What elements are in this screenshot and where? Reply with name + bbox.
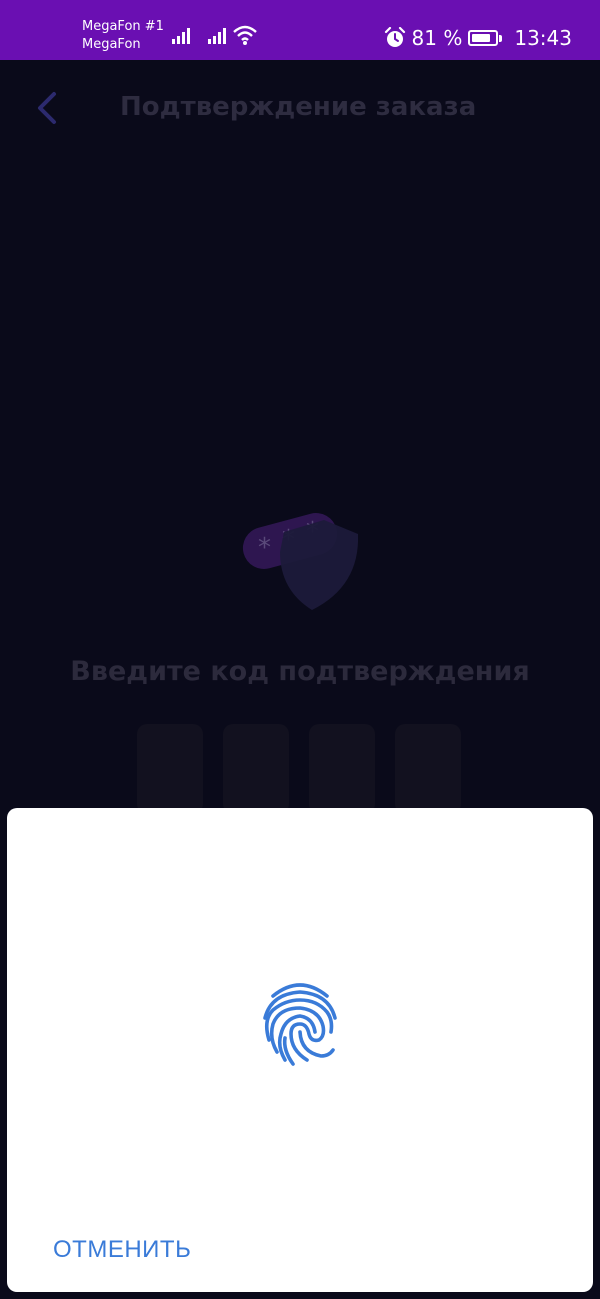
chevron-left-icon[interactable] [32,90,62,126]
page-title: Подтверждение заказа [120,92,477,122]
battery-percent: 81 % [411,26,463,50]
clock: 13:43 [514,26,572,50]
screen: MegaFon #1 MegaFon 81 % 13:43 Подтвержде… [0,0,600,1299]
code-digit-box[interactable] [223,724,289,814]
biometric-sheet: ОТМЕНИТЬ [7,808,593,1292]
carrier-primary: MegaFon #1 [82,19,164,34]
fingerprint-icon[interactable] [259,980,341,1072]
signal-icon [208,28,226,44]
app-header: Подтверждение заказа [0,60,600,156]
code-digit-box[interactable] [395,724,461,814]
carrier-info: MegaFon #1 MegaFon [82,18,164,54]
alarm-icon [384,27,405,47]
status-right: 81 % 13:43 [384,24,572,52]
cancel-button[interactable]: ОТМЕНИТЬ [53,1236,191,1264]
battery-icon [468,30,503,46]
code-input-group[interactable] [137,724,461,814]
code-prompt: Введите код подтверждения [70,656,530,687]
password-shield-icon: * * * [242,513,359,610]
code-digit-box[interactable] [309,724,375,814]
status-bar: MegaFon #1 MegaFon 81 % 13:43 [0,0,600,60]
carrier-secondary: MegaFon [82,37,141,52]
code-digit-box[interactable] [137,724,203,814]
signal-icon [172,28,190,44]
wifi-icon [233,25,257,45]
svg-text:*: * [258,533,271,563]
